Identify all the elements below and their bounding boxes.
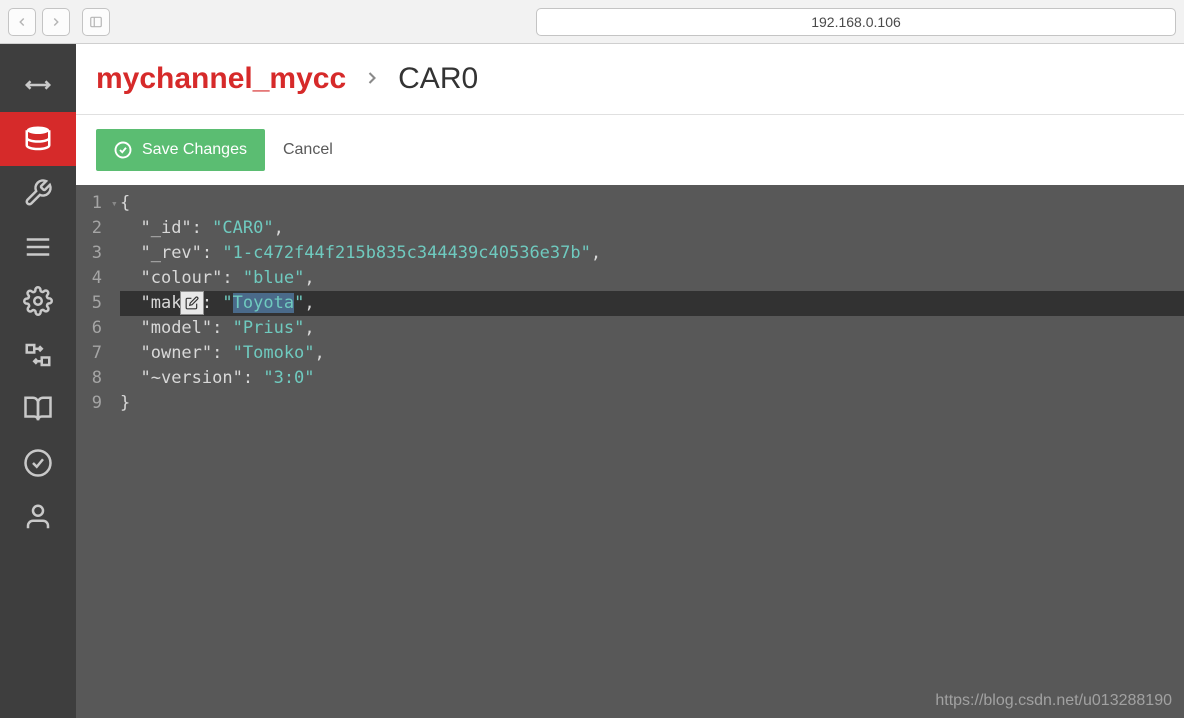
cancel-button[interactable]: Cancel [283, 141, 333, 159]
sidebar-item-verify[interactable] [0, 436, 76, 490]
sidebar-item-databases[interactable] [0, 112, 76, 166]
code-line[interactable]: "owner": "Tomoko", [120, 341, 1184, 366]
forward-button[interactable] [42, 8, 70, 36]
user-icon [23, 502, 53, 532]
url-text: 192.168.0.106 [811, 14, 901, 30]
code-content[interactable]: ▾{ "_id": "CAR0", "_rev": "1-c472f44f215… [112, 185, 1184, 718]
sidebar-item-documentation[interactable] [0, 382, 76, 436]
browser-toolbar: 192.168.0.106 [0, 0, 1184, 44]
field-version-value: 3:0 [274, 368, 305, 388]
sidebar-toggle-button[interactable] [82, 8, 110, 36]
line-number: 6 [76, 316, 102, 341]
line-number: 8 [76, 366, 102, 391]
breadcrumb-document-id: CAR0 [398, 62, 478, 96]
line-number: 5 [76, 291, 102, 316]
code-line[interactable]: "colour": "blue", [120, 266, 1184, 291]
code-line[interactable]: "model": "Prius", [120, 316, 1184, 341]
code-line[interactable]: } [120, 391, 1184, 416]
save-changes-button[interactable]: Save Changes [96, 129, 265, 171]
line-number: 2 [76, 216, 102, 241]
field-make-value-selected: Toyota [233, 293, 294, 313]
sidebar-item-setup[interactable] [0, 166, 76, 220]
line-number: 9 [76, 391, 102, 416]
action-bar: Save Changes Cancel [76, 115, 1184, 185]
pencil-icon [185, 296, 199, 310]
line-number: 3 [76, 241, 102, 266]
line-number: 1 [76, 191, 102, 216]
sidebar-item-replication[interactable] [0, 328, 76, 382]
replication-icon [23, 340, 53, 370]
json-editor[interactable]: 1 2 3 4 5 6 7 8 9 ▾{ "_id": "CAR0", "_re… [76, 185, 1184, 718]
url-bar[interactable]: 192.168.0.106 [536, 8, 1176, 36]
app-container: mychannel_mycc CAR0 Save Changes Cancel … [0, 44, 1184, 718]
save-button-label: Save Changes [142, 141, 247, 159]
field-colour-value: blue [253, 268, 294, 288]
code-line[interactable]: ▾{ [120, 191, 1184, 216]
line-number-gutter: 1 2 3 4 5 6 7 8 9 [76, 185, 112, 718]
gear-icon [23, 286, 53, 316]
watermark-text: https://blog.csdn.net/u013288190 [935, 692, 1172, 710]
edit-line-indicator[interactable] [180, 291, 204, 315]
breadcrumb: mychannel_mycc CAR0 [76, 44, 1184, 115]
sidebar-item-user[interactable] [0, 490, 76, 544]
main-content: mychannel_mycc CAR0 Save Changes Cancel … [76, 44, 1184, 718]
book-icon [23, 394, 53, 424]
code-line[interactable]: "_rev": "1-c472f44f215b835c344439c40536e… [120, 241, 1184, 266]
wrench-icon [23, 178, 53, 208]
sidebar [0, 44, 76, 718]
sidebar-item-tasks[interactable] [0, 220, 76, 274]
field-model-value: Prius [243, 318, 294, 338]
chevron-right-icon [362, 64, 382, 95]
check-circle-icon [114, 141, 132, 159]
breadcrumb-database-link[interactable]: mychannel_mycc [96, 62, 346, 96]
field-rev-value: 1-c472f44f215b835c344439c40536e37b [233, 243, 581, 263]
line-number: 7 [76, 341, 102, 366]
code-line-active[interactable]: "make": "Toyota", [120, 291, 1184, 316]
database-icon [23, 124, 53, 154]
resize-horizontal-icon [23, 70, 53, 100]
sidebar-item-config[interactable] [0, 274, 76, 328]
field-id-value: CAR0 [222, 218, 263, 238]
field-owner-value: Tomoko [243, 343, 304, 363]
sidebar-item-resize[interactable] [0, 58, 76, 112]
tasks-icon [23, 232, 53, 262]
fold-marker-icon[interactable]: ▾ [111, 191, 118, 216]
check-circle-icon [23, 448, 53, 478]
back-button[interactable] [8, 8, 36, 36]
code-line[interactable]: "_id": "CAR0", [120, 216, 1184, 241]
line-number: 4 [76, 266, 102, 291]
code-line[interactable]: "~version": "3:0" [120, 366, 1184, 391]
